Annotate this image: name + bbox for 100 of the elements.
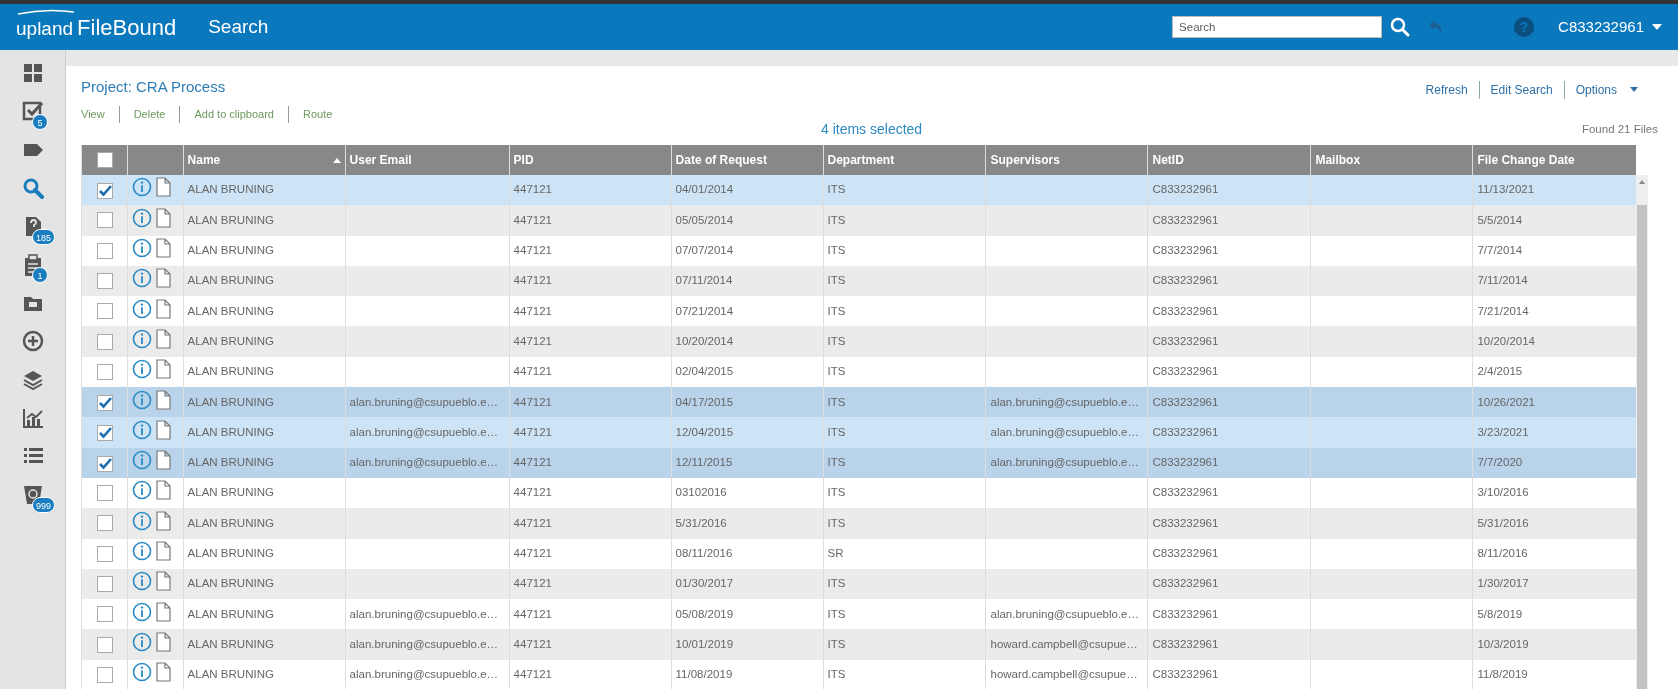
dashboard-icon[interactable] [22, 62, 44, 85]
checkbox[interactable] [96, 363, 113, 380]
checkbox[interactable] [96, 333, 113, 350]
table-cell: 08/11/2016 [675, 547, 733, 559]
checkbox[interactable] [96, 636, 113, 653]
table-cell: 1/30/2017 [1477, 577, 1529, 590]
checkbox[interactable] [96, 394, 113, 411]
help-icon[interactable]: ? [1514, 16, 1535, 37]
info-icon[interactable] [132, 662, 153, 683]
checkbox[interactable] [96, 575, 113, 592]
document-icon[interactable] [156, 177, 172, 198]
document-icon[interactable] [156, 238, 172, 259]
document-icon[interactable] [156, 541, 172, 561]
table-cell: 447121 [513, 637, 552, 650]
user-menu[interactable]: C833232961 [1558, 15, 1644, 39]
document-icon[interactable] [156, 359, 172, 380]
document-icon[interactable] [156, 389, 172, 410]
document-icon[interactable] [156, 510, 172, 531]
table-cell: ITS [827, 244, 846, 257]
checkbox[interactable] [96, 424, 113, 441]
caret-icon[interactable] [1630, 87, 1638, 93]
table-cell: 447121 [513, 183, 552, 196]
checkbox[interactable] [96, 242, 113, 259]
checkbox[interactable] [96, 606, 113, 623]
header-link[interactable]: Options [1563, 80, 1628, 99]
info-icon[interactable] [132, 450, 153, 471]
checkbox[interactable] [96, 666, 113, 683]
table-cell: ALAN BRUNING [187, 607, 274, 620]
document-icon[interactable] [156, 419, 172, 440]
table-cell: C833232961 [1152, 365, 1219, 378]
document-icon[interactable] [156, 328, 172, 349]
header-link[interactable]: Refresh [1414, 80, 1479, 99]
document-icon[interactable] [156, 662, 172, 683]
column-header[interactable]: Mailbox [1310, 144, 1473, 175]
document-icon[interactable] [156, 601, 172, 622]
document-icon[interactable] [156, 298, 172, 319]
checkbox[interactable] [96, 182, 113, 199]
caret-icon[interactable] [1652, 23, 1662, 30]
header-link[interactable]: Edit Search [1478, 80, 1564, 99]
document-icon[interactable] [156, 571, 172, 592]
count-badge: 999 [32, 497, 56, 514]
selection-count: 4 items selected [821, 120, 923, 140]
info-icon[interactable] [132, 571, 153, 592]
sort-arrow-icon[interactable] [332, 157, 341, 163]
info-icon[interactable] [132, 541, 153, 561]
table-cell: 12/04/2015 [675, 425, 734, 438]
action-link[interactable]: Route [287, 106, 347, 123]
search-icon[interactable] [22, 176, 44, 199]
info-icon[interactable] [132, 298, 153, 319]
column-header[interactable]: Department [823, 144, 986, 175]
table-cell: ALAN BRUNING [187, 304, 274, 317]
info-icon[interactable] [132, 510, 153, 531]
info-icon[interactable] [132, 359, 153, 380]
table-cell: 07/11/2014 [675, 274, 733, 287]
checkbox[interactable] [96, 303, 113, 320]
table-cell: C833232961 [1152, 668, 1219, 681]
document-icon[interactable] [156, 480, 172, 501]
column-header[interactable]: Date of Request [671, 144, 823, 175]
column-header[interactable]: Supervisors [986, 144, 1148, 175]
checkbox[interactable] [96, 545, 113, 562]
action-link[interactable]: Add to clipboard [179, 106, 288, 123]
checkbox[interactable] [96, 272, 113, 289]
checkbox[interactable] [96, 212, 113, 229]
table-cell: 03102016 [675, 486, 727, 499]
add-icon[interactable] [22, 330, 44, 353]
checkbox[interactable] [96, 151, 113, 168]
table-cell: C833232961 [1152, 395, 1219, 408]
info-icon[interactable] [132, 389, 153, 410]
info-icon[interactable] [132, 480, 153, 501]
column-header[interactable]: Name [183, 144, 346, 175]
info-icon[interactable] [132, 207, 153, 228]
scrollbar[interactable] [1636, 174, 1648, 689]
table-cell: C833232961 [1152, 274, 1219, 287]
info-icon[interactable] [132, 238, 153, 259]
document-icon[interactable] [156, 631, 172, 652]
action-link[interactable]: View [81, 106, 119, 123]
column-header[interactable]: PID [509, 144, 672, 175]
checkbox[interactable] [96, 515, 113, 532]
search-field[interactable]: Search [1172, 15, 1383, 38]
document-icon[interactable] [156, 268, 172, 289]
info-icon[interactable] [132, 419, 153, 440]
chart-icon[interactable] [22, 406, 44, 429]
info-icon[interactable] [132, 328, 153, 349]
checkbox[interactable] [96, 454, 113, 471]
action-link[interactable]: Delete [118, 106, 180, 123]
column-header[interactable]: NetID [1147, 144, 1311, 175]
checkbox[interactable] [96, 485, 113, 502]
layers-icon[interactable] [22, 368, 44, 391]
search-icon[interactable] [1390, 16, 1411, 37]
document-icon[interactable] [156, 207, 172, 228]
table-cell: 8/11/2016 [1477, 547, 1528, 559]
table-cell: C833232961 [1152, 213, 1219, 226]
info-icon[interactable] [132, 631, 153, 652]
table-cell: ITS [827, 183, 846, 196]
column-header[interactable]: File Change Date [1472, 144, 1636, 175]
info-icon[interactable] [132, 601, 153, 622]
document-icon[interactable] [156, 450, 172, 471]
info-icon[interactable] [132, 268, 153, 289]
info-icon[interactable] [132, 177, 153, 198]
column-header[interactable]: User Email [345, 144, 510, 175]
